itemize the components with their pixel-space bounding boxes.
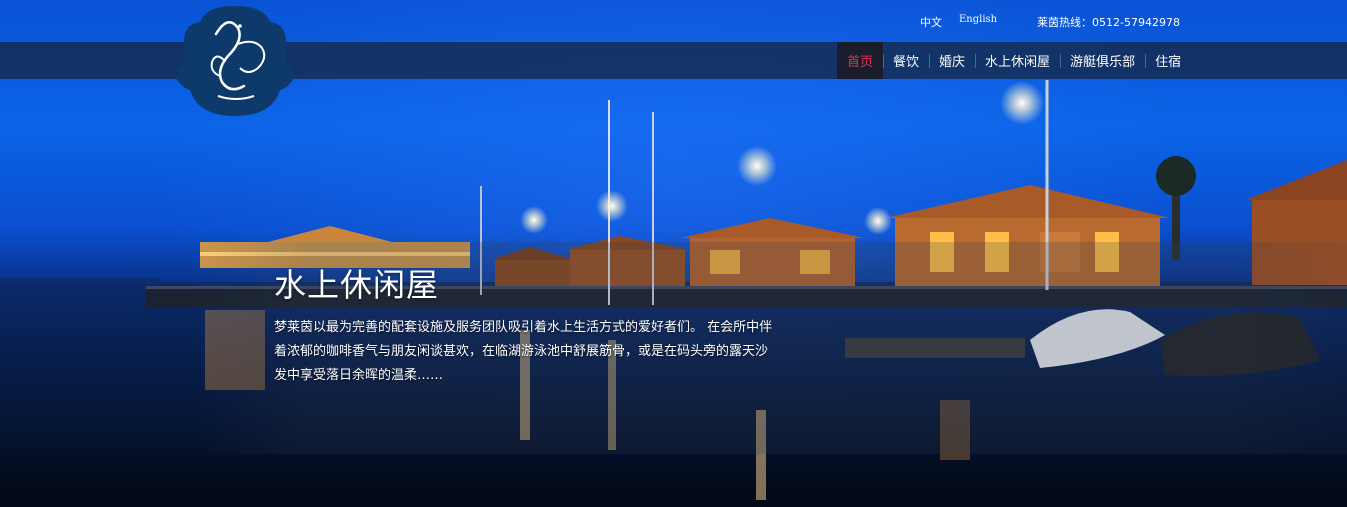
page: 中文 English 莱茵热线：0512-57942978 首页 餐饮 婚庆 水… [0,0,1347,507]
hero-title: 水上休闲屋 [274,266,440,304]
site-logo[interactable] [176,4,294,118]
swan-logo-icon [176,6,294,116]
nav-item-home[interactable]: 首页 [837,42,884,79]
nav-item-dining[interactable]: 餐饮 [883,42,929,79]
hotline-text: 莱茵热线：0512-57942978 [1037,16,1180,29]
nav-item-wedding[interactable]: 婚庆 [929,42,975,79]
nav-item-accommodation[interactable]: 住宿 [1145,42,1191,79]
nav-item-yacht-club[interactable]: 游艇俱乐部 [1060,42,1145,79]
hero-description: 梦莱茵以最为完善的配套设施及服务团队吸引着水上生活方式的爱好者们。 在会所中伴着… [274,320,773,383]
language-english-link[interactable]: English [959,14,997,25]
nav-item-water-lounge[interactable]: 水上休闲屋 [975,42,1060,79]
main-nav: 首页 餐饮 婚庆 水上休闲屋 游艇俱乐部 住宿 [837,42,1191,79]
language-chinese-link[interactable]: 中文 [920,14,942,30]
